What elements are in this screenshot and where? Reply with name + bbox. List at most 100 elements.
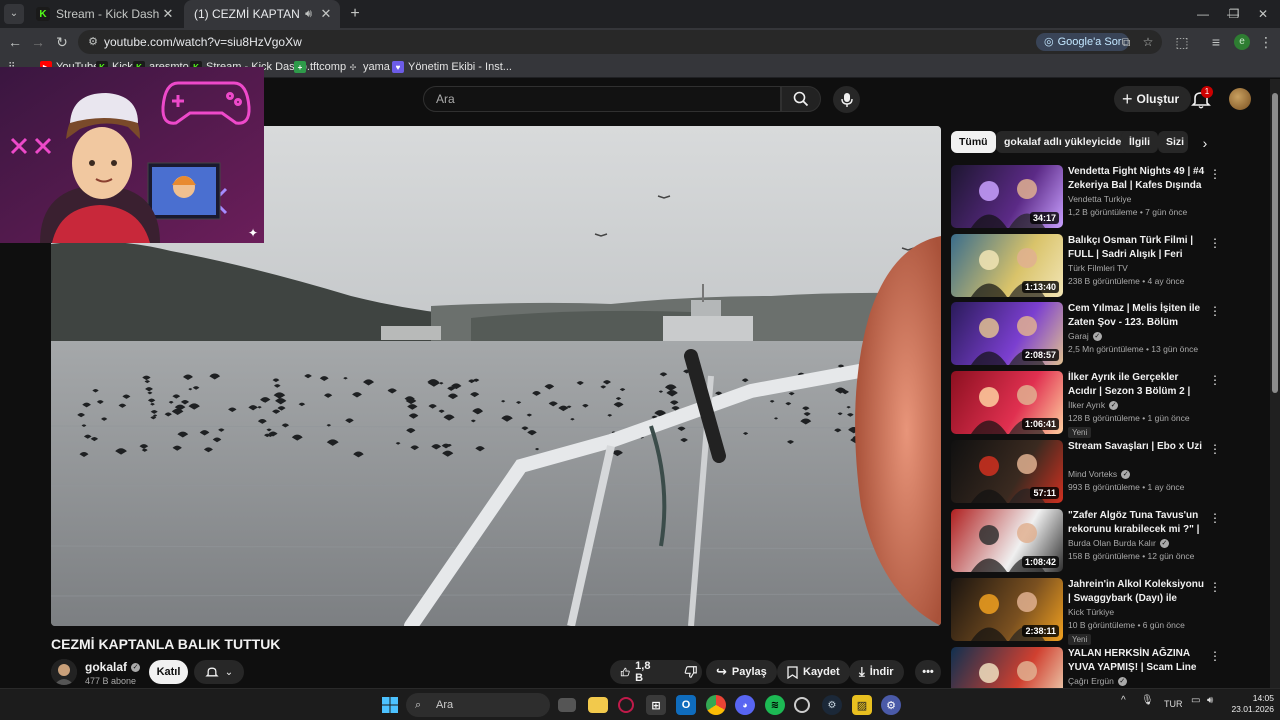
microphone-icon[interactable]: 🎙︎ — [1141, 695, 1154, 706]
input-language[interactable]: TUR — [1164, 699, 1183, 709]
more-vertical-icon[interactable]: ⋮ — [1209, 304, 1221, 318]
new-tab-button[interactable]: + — [345, 4, 365, 24]
recommendation-channel[interactable]: Mind Vorteks ✓ — [1068, 469, 1131, 479]
chevron-up-icon[interactable]: ^ — [1121, 695, 1126, 706]
more-actions-button[interactable]: ••• — [915, 660, 941, 684]
recommendation-channel[interactable]: İlker Ayrık ✓ — [1068, 400, 1119, 410]
reading-list-icon[interactable]: ≡ — [1206, 32, 1226, 52]
recommendation-title[interactable]: İlker Ayrık ile Gerçekler Acıdır | Sezon… — [1068, 371, 1206, 398]
more-vertical-icon[interactable]: ⋮ — [1209, 373, 1221, 387]
chip-from-uploader[interactable]: gokalaf adlı yükleyiciden — [996, 131, 1136, 153]
chrome-icon[interactable] — [706, 695, 726, 715]
tab-search-chevron-icon[interactable]: ⌄ — [4, 4, 24, 24]
recommendation-channel[interactable]: Kick Türkiye — [1068, 607, 1114, 617]
recommendation-item[interactable]: 57:11 Stream Savaşları | Ebo x Uzi Mind Vo… — [951, 440, 1221, 504]
recommendation-title[interactable]: YALAN HERKSİN AĞZINA YUVA YAPMIŞ! | Scam… — [1068, 647, 1206, 674]
github-desktop-icon[interactable] — [794, 697, 810, 713]
notifications-button[interactable]: 1 — [1190, 86, 1214, 112]
recommendation-channel[interactable]: Türk Filmleri TV — [1068, 263, 1128, 273]
volume-icon[interactable]: 🔊︎ — [1207, 695, 1213, 706]
video-thumbnail[interactable]: 1:13:40 — [951, 234, 1063, 297]
share-button[interactable]: ↪ Paylaş — [706, 660, 777, 684]
search-input[interactable]: Ara — [423, 86, 781, 112]
recommendation-title[interactable]: Cem Yılmaz | Melis İşiten ile Zaten Şov … — [1068, 302, 1206, 329]
profile-avatar[interactable]: e — [1234, 34, 1250, 50]
chevron-right-icon[interactable]: › — [1196, 134, 1214, 152]
windows-start-icon[interactable] — [380, 695, 400, 715]
video-thumbnail[interactable]: 34:17 — [951, 165, 1063, 228]
browser-tab-youtube-video[interactable]: ▶ (1) CEZMİ KAPTANLA BALIK 🔊︎ ✕ — [184, 0, 340, 28]
scrollbar-thumb[interactable] — [1272, 93, 1278, 393]
video-thumbnail[interactable]: 1:08:42 — [951, 509, 1063, 572]
system-clock[interactable]: 14:05 23.01.2026 — [1228, 693, 1274, 715]
page-scrollbar[interactable] — [1270, 79, 1280, 688]
chip-all[interactable]: Tümü — [951, 131, 996, 153]
bookmark-star-icon[interactable]: ☆ — [1140, 34, 1156, 50]
join-button[interactable]: Katıl — [149, 660, 188, 684]
extensions-icon[interactable]: ⬚ — [1172, 32, 1192, 52]
more-vertical-icon[interactable]: ⋮ — [1209, 580, 1221, 594]
video-thumbnail[interactable] — [951, 647, 1063, 688]
reload-icon[interactable]: ↻ — [52, 32, 72, 52]
recommendation-title[interactable]: Jahrein'in Alkol Koleksiyonu | Swaggybar… — [1068, 578, 1206, 605]
minimize-icon[interactable]: — — [1186, 0, 1220, 28]
taskbar-search-box[interactable]: ⌕ Ara — [406, 693, 550, 717]
recommendation-item[interactable]: 1:08:42 "Zafer Algöz Tuna Tavus'un rekoru… — [951, 509, 1221, 573]
channel-name-link[interactable]: gokalaf ✓ — [85, 660, 141, 674]
more-vertical-icon[interactable]: ⋮ — [1209, 236, 1221, 250]
recommendation-item[interactable]: 1:06:41 İlker Ayrık ile Gerçekler Acıdır … — [951, 371, 1221, 438]
more-vertical-icon[interactable]: ⋮ — [1209, 649, 1221, 663]
close-tab-icon[interactable]: ✕ — [318, 6, 334, 22]
menu-dots-icon[interactable]: ⋮ — [1256, 32, 1276, 52]
store-icon[interactable]: ⊞ — [646, 695, 666, 715]
video-thumbnail[interactable]: 1:06:41 — [951, 371, 1063, 434]
more-vertical-icon[interactable]: ⋮ — [1209, 442, 1221, 456]
recommendation-channel[interactable]: Burda Olan Burda Kalır ✓ — [1068, 538, 1169, 548]
dislike-button[interactable] — [674, 660, 708, 684]
back-arrow-icon[interactable]: ← — [5, 32, 25, 52]
recommendation-title[interactable]: Vendetta Fight Nights 49 | #4 Zekeriya B… — [1068, 165, 1206, 192]
address-bar[interactable]: ⚙ youtube.com/watch?v=siu8HzVgoXw ◎ Googl… — [78, 30, 1162, 54]
close-window-icon[interactable]: ✕ — [1246, 0, 1280, 28]
network-icon[interactable]: ▭ — [1191, 695, 1200, 706]
subscription-notify-button[interactable]: ⌄ — [194, 660, 244, 684]
channel-avatar[interactable] — [51, 659, 77, 685]
recommendation-item[interactable]: 34:17 Vendetta Fight Nights 49 | #4 Zeker… — [951, 165, 1221, 229]
voice-search-button[interactable] — [833, 86, 860, 113]
recommendation-channel[interactable]: Çağrı Ergün ✓ — [1068, 676, 1127, 686]
google-ask-button[interactable]: ◎ Google'a Sor — [1036, 33, 1130, 51]
bookmark-yonetim-ekibi[interactable]: ♥ Yönetim Ekibi - Inst... — [392, 59, 512, 75]
discord-icon[interactable]: ◕ — [735, 695, 755, 715]
download-button[interactable]: ⤓ İndir — [849, 660, 904, 684]
close-tab-icon[interactable]: ✕ — [160, 6, 176, 22]
video-thumbnail[interactable]: 57:11 — [951, 440, 1063, 503]
site-info-icon[interactable]: ⚙ — [86, 35, 100, 49]
task-view-icon[interactable] — [558, 698, 576, 712]
recommendation-item[interactable]: YALAN HERKSİN AĞZINA YUVA YAPMIŞ! | Scam… — [951, 647, 1221, 688]
file-explorer-icon[interactable] — [588, 697, 608, 713]
chip-for-you[interactable]: Sizi — [1158, 131, 1188, 153]
search-button[interactable] — [781, 86, 821, 112]
like-button[interactable]: 1,8 B — [610, 660, 664, 684]
recommendation-title[interactable]: Stream Savaşları | Ebo x Uzi — [1068, 440, 1206, 454]
bookmark-yama[interactable]: ✣ yama — [347, 59, 390, 75]
opera-icon[interactable] — [618, 697, 634, 713]
more-vertical-icon[interactable]: ⋮ — [1209, 511, 1221, 525]
forward-arrow-icon[interactable]: → — [28, 32, 48, 52]
spotify-icon[interactable]: ≋ — [765, 695, 785, 715]
browser-tab-kick-dashboard[interactable]: K Stream - Kick Dashboard ✕ — [26, 0, 182, 28]
save-button[interactable]: Kaydet — [777, 660, 850, 684]
bookmark-tftcomp[interactable]: + tftcomp — [294, 59, 346, 75]
recommendation-item[interactable]: 1:13:40 Balıkçı Osman Türk Filmi | FULL |… — [951, 234, 1221, 298]
recommendation-item[interactable]: 2:38:11 Jahrein'in Alkol Koleksiyonu | Sw… — [951, 578, 1221, 645]
url-text[interactable]: youtube.com/watch?v=siu8HzVgoXw — [104, 35, 302, 49]
chip-related[interactable]: İlgili — [1121, 131, 1158, 153]
install-app-icon[interactable]: ⧉ — [1118, 34, 1134, 50]
recommendation-channel[interactable]: Garaj ✓ — [1068, 331, 1102, 341]
audio-playing-icon[interactable]: 🔊︎ — [305, 8, 312, 21]
more-vertical-icon[interactable]: ⋮ — [1209, 167, 1221, 181]
account-avatar[interactable] — [1229, 88, 1251, 110]
image-editor-icon[interactable]: ▨ — [852, 695, 872, 715]
outlook-icon[interactable]: O — [676, 695, 696, 715]
recommendation-title[interactable]: Balıkçı Osman Türk Filmi | FULL | Sadri … — [1068, 234, 1206, 261]
